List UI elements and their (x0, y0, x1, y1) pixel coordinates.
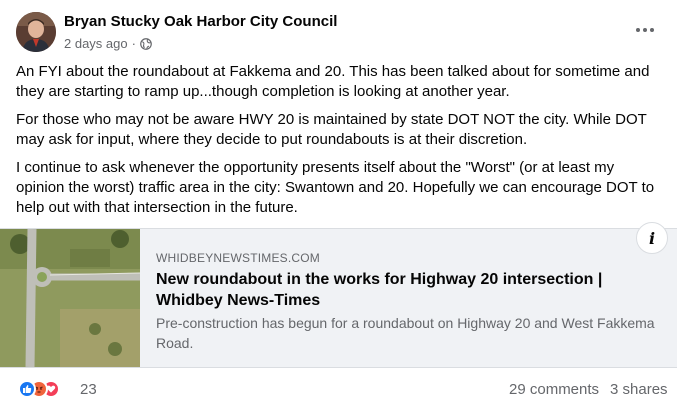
post-meta: 2 days ago · (64, 36, 152, 51)
meta-separator: · (131, 36, 136, 51)
avatar-image (16, 12, 56, 52)
post-paragraph: An FYI about the roundabout at Fakkema a… (16, 63, 650, 100)
post-paragraph: For those who may not be aware HWY 20 is… (16, 111, 647, 148)
link-preview-card[interactable]: WHIDBEYNEWSTIMES.COM New roundabout in t… (0, 228, 677, 368)
post-paragraph: I continue to ask whenever the opportuni… (16, 159, 655, 216)
link-thumbnail[interactable] (0, 229, 140, 367)
globe-icon[interactable] (140, 37, 152, 50)
facebook-post: Bryan Stucky Oak Harbor City Council 2 d… (0, 0, 677, 408)
aerial-map-image (0, 229, 140, 367)
post-timestamp[interactable]: 2 days ago (64, 36, 128, 51)
like-icon (18, 380, 36, 398)
more-dot-icon (636, 28, 640, 32)
author-name[interactable]: Bryan Stucky Oak Harbor City Council (64, 13, 337, 30)
reaction-count[interactable]: 23 (80, 381, 97, 398)
link-domain: WHIDBEYNEWSTIMES.COM (156, 251, 321, 265)
reaction-icons[interactable] (18, 380, 60, 398)
shares-count[interactable]: 3 shares (610, 381, 668, 398)
author-avatar[interactable] (16, 12, 56, 52)
more-options-button[interactable] (633, 20, 657, 40)
link-title[interactable]: New roundabout in the works for Highway … (156, 269, 656, 311)
link-description: Pre-construction has begun for a roundab… (156, 315, 655, 351)
post-body: An FYI about the roundabout at Fakkema a… (16, 62, 664, 226)
more-dot-icon (650, 28, 654, 32)
comments-count[interactable]: 29 comments (509, 381, 599, 398)
more-dot-icon (643, 28, 647, 32)
info-icon[interactable]: i (636, 222, 668, 254)
